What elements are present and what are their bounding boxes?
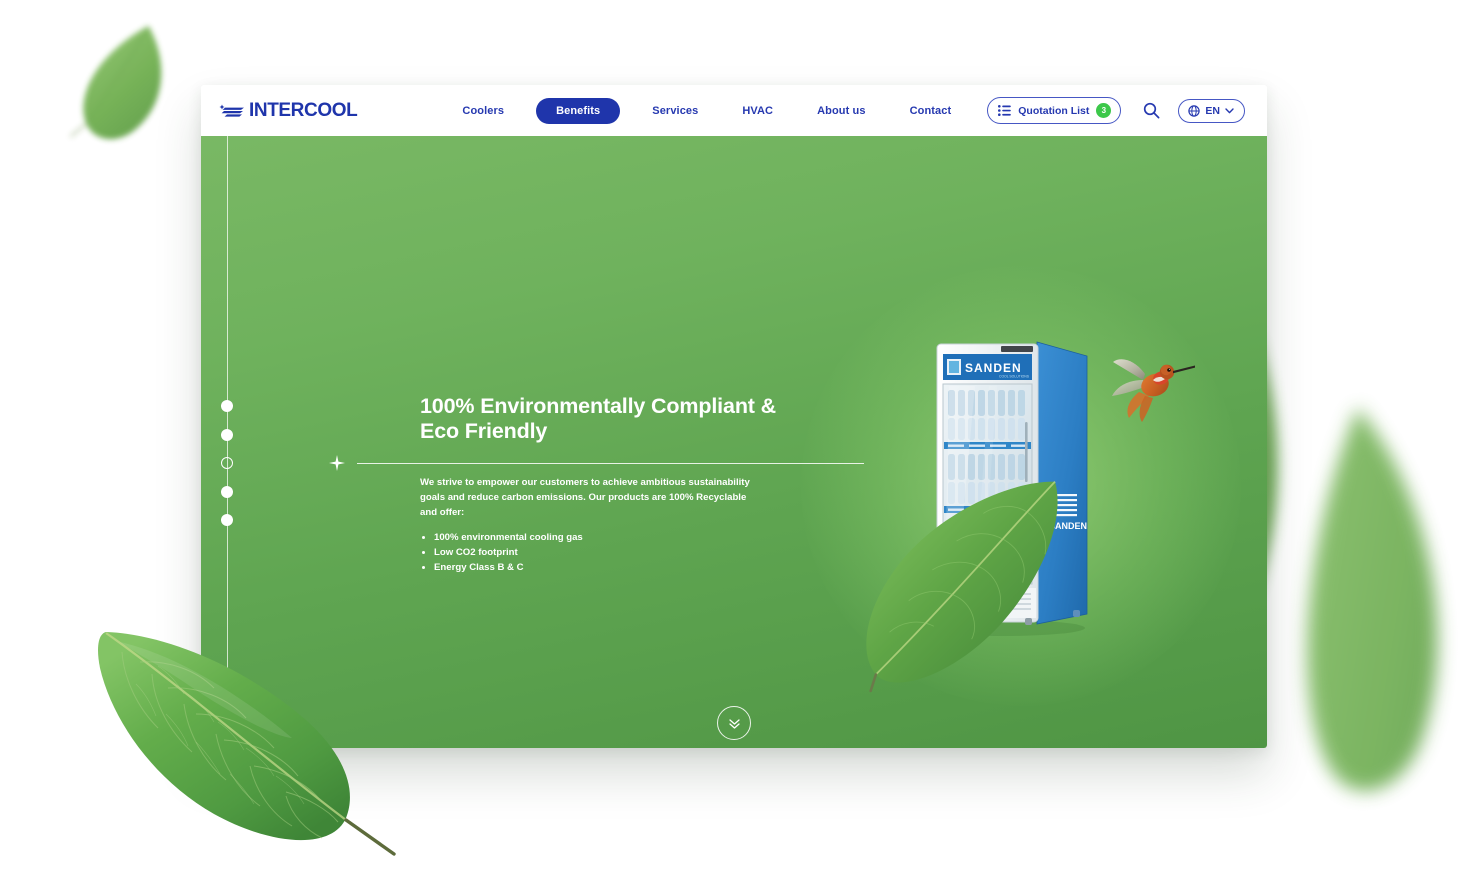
quotation-list-button[interactable]: Quotation List 3 <box>987 97 1122 124</box>
sparkle-icon <box>329 455 345 471</box>
brand-logo[interactable]: INTERCOOL <box>219 99 358 122</box>
leaf-top-left-decor <box>54 4 200 166</box>
nav-item-about-us[interactable]: About us <box>795 105 887 117</box>
double-chevron-down-icon <box>728 718 740 729</box>
search-button[interactable] <box>1143 102 1160 119</box>
hero-title: 100% Environmentally Compliant & Eco Fri… <box>420 394 777 443</box>
website-window: INTERCOOL Coolers Benefits Services HVAC… <box>201 85 1267 748</box>
nav-item-coolers[interactable]: Coolers <box>440 105 526 117</box>
nav-item-benefits[interactable]: Benefits <box>536 97 621 124</box>
svg-text:COOL SOLUTIONS: COOL SOLUTIONS <box>999 375 1030 379</box>
leaf-right-lower-decor <box>1232 385 1469 816</box>
slide-dot-2[interactable] <box>221 428 233 441</box>
nav-item-contact[interactable]: Contact <box>888 105 974 117</box>
slide-dot-3-current[interactable] <box>221 457 233 469</box>
hero-paragraph: We strive to empower our customers to ac… <box>420 477 750 518</box>
chevron-down-icon <box>1225 107 1234 113</box>
benefit-item-energy-class: Energy Class B & C <box>420 561 765 575</box>
site-header: INTERCOOL Coolers Benefits Services HVAC… <box>201 85 1267 136</box>
quotation-count-badge: 3 <box>1096 103 1112 118</box>
benefit-item-co2-footprint: Low CO2 footprint <box>420 546 765 560</box>
slide-dot-1[interactable] <box>221 400 233 412</box>
benefit-item-cooling-gas: 100% environmental cooling gas <box>420 531 765 545</box>
slide-dot-4[interactable] <box>221 485 233 498</box>
intercool-mark-icon <box>219 104 244 117</box>
main-navigation: Coolers Benefits Services HVAC About us … <box>440 97 1245 124</box>
hummingbird-image <box>1109 348 1197 424</box>
page-root: INTERCOOL Coolers Benefits Services HVAC… <box>0 0 1469 887</box>
hero-divider <box>329 454 864 472</box>
svg-text:SANDEN: SANDEN <box>965 361 1022 375</box>
hero-body-block: We strive to empower our customers to ac… <box>420 476 765 577</box>
slide-indicator-group <box>221 400 233 526</box>
leaf-over-cooler-decor <box>819 461 1114 710</box>
hero-copy-block: 100% Environmentally Compliant & Eco Fri… <box>420 394 880 443</box>
hero-benefits-list: 100% environmental cooling gas Low CO2 f… <box>420 531 765 576</box>
hero-section: SANDEN SANDEN COOL SOLUTIONS 100% Enviro… <box>201 136 1267 748</box>
search-icon <box>1144 102 1160 119</box>
hero-divider-line <box>357 462 864 464</box>
list-icon <box>998 105 1012 116</box>
nav-item-hvac[interactable]: HVAC <box>720 105 795 117</box>
globe-icon <box>1188 104 1201 117</box>
nav-item-services[interactable]: Services <box>630 105 720 117</box>
scroll-down-button[interactable] <box>717 706 751 740</box>
brand-wordmark: INTERCOOL <box>249 99 358 121</box>
language-switcher[interactable]: EN <box>1178 98 1245 123</box>
language-code: EN <box>1205 104 1220 117</box>
quotation-list-label: Quotation List <box>1018 104 1090 117</box>
slide-dot-5[interactable] <box>221 514 233 526</box>
